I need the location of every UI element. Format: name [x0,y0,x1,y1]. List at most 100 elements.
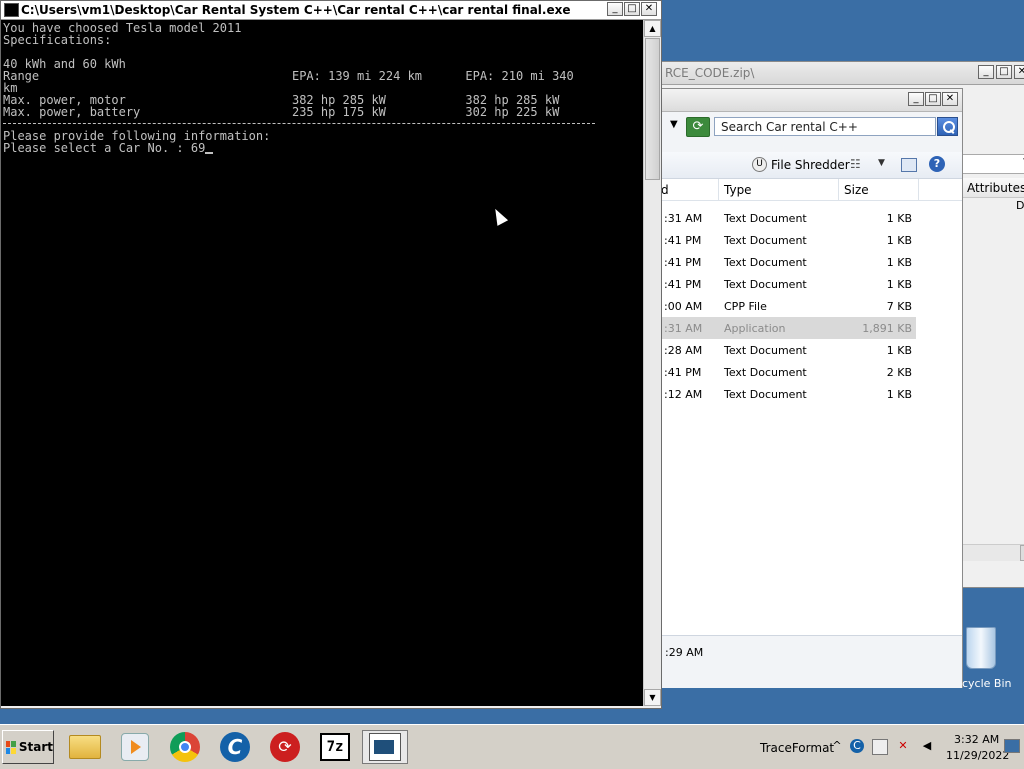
scroll-right-icon[interactable]: ▶ [1020,545,1024,561]
table-row[interactable]: :31 AM Text Document 1 KB [656,207,962,229]
media-player-icon [121,733,149,761]
attribute-cell: D [1016,199,1024,212]
text-cursor [205,152,214,154]
console-prompt-line: Please select a Car No. : 69 [3,141,214,155]
modified-cell: :41 PM [664,278,702,291]
zip-window-titlebar[interactable]: RCE_CODE.zip\ _ □ ✕ [656,62,1024,85]
column-header-modified[interactable]: d [656,179,719,200]
close-button[interactable]: ✕ [641,2,657,16]
preview-pane-icon[interactable] [901,158,917,172]
file-list-header: d Type Size [656,179,962,201]
table-row[interactable]: :41 PM Text Document 1 KB [656,251,962,273]
refresh-icon[interactable]: ⟳ [686,117,710,137]
console-titlebar[interactable]: C:\Users\vm1\Desktop\Car Rental System C… [1,1,661,20]
search-icon[interactable] [937,117,958,136]
table-row-selected[interactable]: :31 AM Application 1,891 KB [656,317,916,339]
table-row[interactable]: :41 PM Text Document 1 KB [656,273,962,295]
taskbar-console[interactable] [362,730,408,764]
chrome-icon [170,732,200,762]
modified-cell: :41 PM [664,366,702,379]
size-cell: 1 KB [886,344,912,357]
file-shredder-button[interactable]: U File Shredder [752,157,850,172]
type-cell: Text Document [724,256,807,269]
taskbar-7zip[interactable]: 7z [312,730,358,764]
table-row[interactable]: :28 AM Text Document 1 KB [656,339,962,361]
type-cell: Text Document [724,344,807,357]
column-header-type[interactable]: Type [719,179,839,200]
command-bar: U File Shredder ☷ ▼ ? [656,152,962,179]
taskbar: Start C ⟳ 7z TraceFormat ^ C ✕ ◀ 3:32 AM… [0,724,1024,769]
type-cell: Text Document [724,366,807,379]
console-line: Max. power, battery 235 hp 175 kW 302 hp… [3,105,560,119]
type-cell: Text Document [724,278,807,291]
ccleaner-icon: C [220,732,250,762]
maximize-button[interactable]: □ [996,65,1012,79]
traceformat-label[interactable]: TraceFormat [760,741,834,755]
show-hidden-icons-icon[interactable]: ^ [830,739,844,753]
size-cell: 1 KB [886,256,912,269]
taskbar-ccleaner[interactable]: C [212,730,258,764]
zip-view-dropdown[interactable]: ▼ [961,154,1024,174]
maximize-button[interactable]: □ [925,92,941,106]
network-icon[interactable] [872,739,888,755]
scrollbar-thumb[interactable] [645,38,660,180]
taskbar-explorer[interactable] [62,730,108,764]
file-shredder-label: File Shredder [771,157,850,172]
show-desktop-icon[interactable] [1004,739,1020,753]
column-header-attributes[interactable]: Attributes [961,178,1024,198]
minimize-button[interactable]: _ [978,65,994,79]
scroll-down-icon[interactable]: ▼ [644,689,661,706]
ccleaner-tray-icon[interactable]: C [850,739,864,753]
minimize-button[interactable]: _ [908,92,924,106]
console-window[interactable]: C:\Users\vm1\Desktop\Car Rental System C… [0,0,662,709]
search-input[interactable]: Search Car rental C++ [714,117,936,136]
taskbar-red-app[interactable]: ⟳ [262,730,308,764]
system-tray: TraceFormat ^ C ✕ ◀ 3:32 AM 11/29/2022 [758,725,1024,769]
explorer-window[interactable]: _ □ ✕ ▼ ⟳ Search Car rental C++ U File S… [655,88,963,688]
close-button[interactable]: ✕ [942,92,958,106]
action-center-icon[interactable]: ✕ [896,739,910,753]
modified-cell: :31 AM [664,212,703,225]
help-icon[interactable]: ? [929,156,945,172]
file-list: :31 AM Text Document 1 KB :41 PM Text Do… [656,207,962,405]
clock-time[interactable]: 3:32 AM [954,733,999,746]
size-cell: 1 KB [886,212,912,225]
table-row[interactable]: :12 AM Text Document 1 KB [656,383,962,405]
minimize-button[interactable]: _ [607,2,623,16]
7zip-icon: 7z [320,733,350,761]
console-prompt: Please select a Car No. : 69 [3,141,206,155]
modified-cell: :31 AM [664,322,703,335]
explorer-titlebar[interactable]: _ □ ✕ [656,89,962,112]
chevron-down-icon[interactable]: ▼ [878,158,885,168]
view-options-icon[interactable]: ☷ [850,157,861,171]
horizontal-scrollbar[interactable]: ▶ [961,544,1024,561]
type-cell: CPP File [724,300,767,313]
volume-icon[interactable]: ◀ [920,739,934,753]
size-cell: 1 KB [886,278,912,291]
modified-cell: :41 PM [664,256,702,269]
table-row[interactable]: :41 PM Text Document 2 KB [656,361,962,383]
details-pane: :29 AM [656,635,962,688]
type-cell: Application [724,322,786,335]
recycle-bin-shortcut[interactable]: cycle Bin [962,625,1024,695]
close-button[interactable]: ✕ [1014,65,1024,79]
table-row[interactable]: :41 PM Text Document 1 KB [656,229,962,251]
type-cell: Text Document [724,388,807,401]
taskbar-media-player[interactable] [112,730,158,764]
maximize-button[interactable]: □ [624,2,640,16]
console-output[interactable]: You have choosed Tesla model 2011 Specif… [1,20,643,706]
windows-logo-icon [6,740,16,754]
size-cell: 2 KB [886,366,912,379]
modified-cell: :12 AM [664,388,703,401]
console-line: Specifications: [3,33,112,47]
taskbar-chrome[interactable] [162,730,208,764]
start-button[interactable]: Start [2,730,54,764]
table-row[interactable]: :00 AM CPP File 7 KB [656,295,962,317]
vertical-scrollbar[interactable]: ▲ ▼ [643,20,661,706]
size-cell: 1 KB [886,234,912,247]
scroll-up-icon[interactable]: ▲ [644,20,661,37]
clock-date[interactable]: 11/29/2022 [946,749,1009,762]
column-header-size[interactable]: Size [839,179,919,200]
chevron-down-icon[interactable]: ▼ [670,119,678,130]
console-app-icon[interactable] [4,3,19,17]
